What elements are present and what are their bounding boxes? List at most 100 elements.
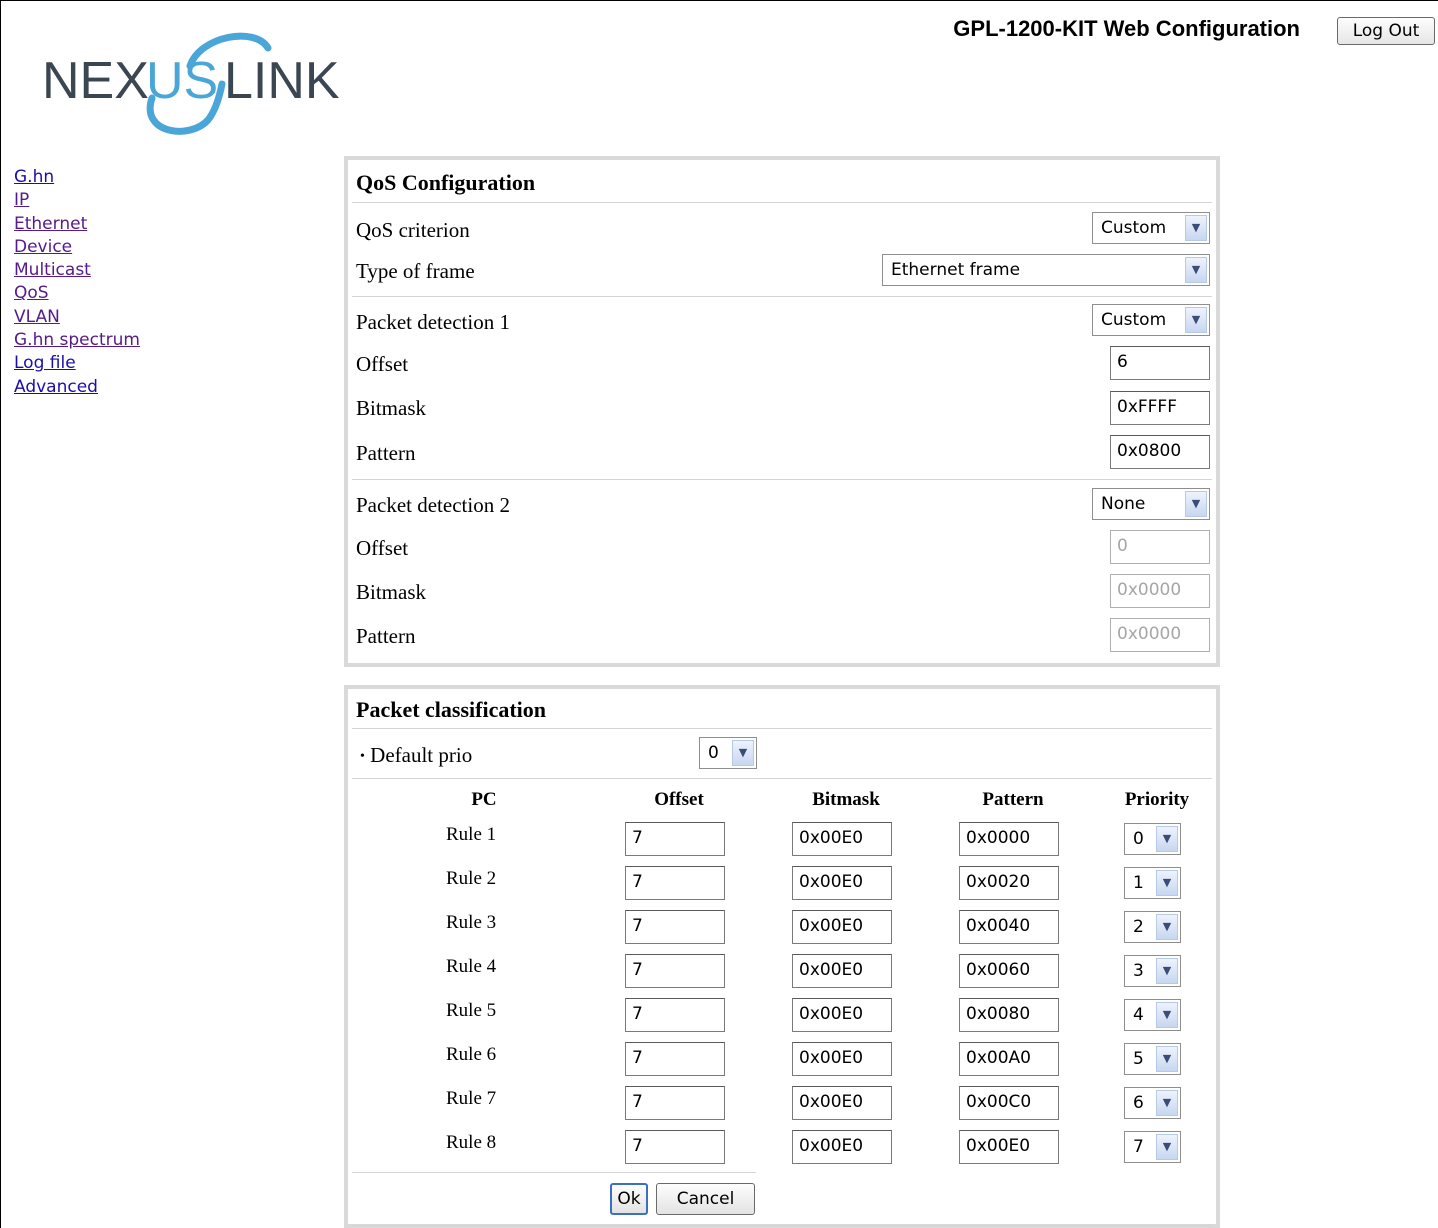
rule-pattern-input[interactable]: 0x0020 [959, 866, 1059, 900]
rule-offset-input[interactable]: 7 [625, 1086, 725, 1120]
packet-detection-1-select[interactable]: Custom ▼ [1092, 304, 1210, 336]
rule-pattern-input[interactable]: 0x0080 [959, 998, 1059, 1032]
rule-offset-input[interactable]: 7 [625, 1130, 725, 1164]
sidebar-item-ghn[interactable]: G.hn [14, 166, 140, 189]
pd1-offset-input[interactable]: 6 [1110, 346, 1210, 380]
rule-priority-select[interactable]: 2 ▼ [1124, 911, 1181, 943]
chevron-down-icon: ▼ [1185, 215, 1207, 241]
nexuslink-logo: NEX US LINK [42, 32, 340, 135]
rule-label: Rule 3 [446, 912, 497, 933]
packet-classification-panel: Packet classification • Default prio 0 ▼… [344, 685, 1220, 1228]
frame-border-top [0, 0, 1438, 1]
chevron-down-icon: ▼ [1185, 307, 1207, 333]
sidebar-item-ip[interactable]: IP [14, 189, 140, 212]
logo-text-nex: NEX [42, 52, 149, 110]
default-prio-label: • Default prio [360, 743, 473, 767]
rule-offset-input[interactable]: 7 [625, 866, 725, 900]
rule-priority-value: 4 [1133, 1005, 1144, 1025]
rule-bitmask-input[interactable]: 0x00E0 [792, 866, 892, 900]
sidebar-item-multicast[interactable]: Multicast [14, 259, 140, 282]
rule-priority-select[interactable]: 3 ▼ [1124, 955, 1181, 987]
sidebar-item-vlan[interactable]: VLAN [14, 306, 140, 329]
chevron-down-icon: ▼ [732, 740, 754, 766]
pd1-offset-label: Offset [356, 352, 409, 376]
packet-detection-2-label: Packet detection 2 [356, 493, 510, 517]
rule-pattern-input[interactable]: 0x00E0 [959, 1130, 1059, 1164]
chevron-down-icon: ▼ [1156, 1002, 1178, 1028]
rule-priority-select[interactable]: 0 ▼ [1124, 823, 1181, 855]
logo-text-link: LINK [224, 52, 340, 110]
rule-priority-select[interactable]: 4 ▼ [1124, 999, 1181, 1031]
chevron-down-icon: ▼ [1185, 257, 1207, 283]
cancel-button[interactable]: Cancel [656, 1183, 755, 1215]
rule-priority-value: 2 [1133, 917, 1144, 937]
rule-offset-input[interactable]: 7 [625, 954, 725, 988]
rule-priority-select[interactable]: 7 ▼ [1124, 1131, 1181, 1163]
rule-pattern-input[interactable]: 0x00C0 [959, 1086, 1059, 1120]
pd2-offset-label: Offset [356, 536, 409, 560]
chevron-down-icon: ▼ [1156, 958, 1178, 984]
rule-priority-value: 6 [1133, 1093, 1144, 1113]
divider [352, 202, 1212, 203]
chevron-down-icon: ▼ [1156, 914, 1178, 940]
qos-configuration-title: QoS Configuration [356, 170, 536, 195]
qos-criterion-select[interactable]: Custom ▼ [1092, 212, 1210, 244]
sidebar-item-advanced[interactable]: Advanced [14, 376, 140, 399]
ok-button[interactable]: Ok [610, 1183, 648, 1215]
rule-priority-value: 0 [1133, 829, 1144, 849]
rule-label: Rule 6 [446, 1044, 497, 1065]
column-header-pc: PC [471, 789, 497, 810]
column-header-pattern: Pattern [982, 789, 1044, 810]
logout-button[interactable]: Log Out [1337, 17, 1435, 45]
chevron-down-icon: ▼ [1156, 826, 1178, 852]
rule-priority-select[interactable]: 5 ▼ [1124, 1043, 1181, 1075]
rule-bitmask-input[interactable]: 0x00E0 [792, 1086, 892, 1120]
divider [352, 1172, 756, 1173]
rule-pattern-input[interactable]: 0x00A0 [959, 1042, 1059, 1076]
rule-label: Rule 2 [446, 868, 497, 889]
pd1-bitmask-input[interactable]: 0xFFFF [1110, 391, 1210, 425]
rule-priority-value: 7 [1133, 1137, 1144, 1157]
rule-pattern-input[interactable]: 0x0060 [959, 954, 1059, 988]
default-prio-select[interactable]: 0 ▼ [699, 737, 757, 769]
rule-offset-input[interactable]: 7 [625, 1042, 725, 1076]
rule-pattern-input[interactable]: 0x0040 [959, 910, 1059, 944]
sidebar-item-device[interactable]: Device [14, 236, 140, 259]
divider [352, 1225, 1212, 1226]
chevron-down-icon: ▼ [1156, 1046, 1178, 1072]
sidebar-nav: G.hn IP Ethernet Device Multicast QoS VL… [14, 166, 140, 399]
pd2-bitmask-label: Bitmask [356, 580, 427, 604]
rule-bitmask-input[interactable]: 0x00E0 [792, 1130, 892, 1164]
page-title: GPL-1200-KIT Web Configuration [953, 16, 1300, 41]
sidebar-item-ghn-spectrum[interactable]: G.hn spectrum [14, 329, 140, 352]
rule-priority-value: 3 [1133, 961, 1144, 981]
rule-bitmask-input[interactable]: 0x00E0 [792, 954, 892, 988]
divider [352, 728, 1212, 729]
sidebar-item-log-file[interactable]: Log file [14, 352, 140, 375]
pd2-pattern-input: 0x0000 [1110, 618, 1210, 652]
rule-offset-input[interactable]: 7 [625, 910, 725, 944]
qos-criterion-value: Custom [1101, 218, 1167, 238]
rule-bitmask-input[interactable]: 0x00E0 [792, 822, 892, 856]
pd1-pattern-input[interactable]: 0x0800 [1110, 435, 1210, 469]
type-of-frame-select[interactable]: Ethernet frame ▼ [882, 254, 1210, 286]
rule-priority-select[interactable]: 1 ▼ [1124, 867, 1181, 899]
rule-label: Rule 1 [446, 824, 497, 845]
pd1-bitmask-label: Bitmask [356, 396, 427, 420]
rule-offset-input[interactable]: 7 [625, 822, 725, 856]
pd2-pattern-label: Pattern [356, 624, 416, 648]
type-of-frame-value: Ethernet frame [891, 260, 1021, 280]
rule-priority-select[interactable]: 6 ▼ [1124, 1087, 1181, 1119]
packet-detection-2-select[interactable]: None ▼ [1092, 488, 1210, 520]
sidebar-item-qos[interactable]: QoS [14, 282, 140, 305]
rule-label: Rule 4 [446, 956, 497, 977]
sidebar-item-ethernet[interactable]: Ethernet [14, 213, 140, 236]
qos-criterion-label: QoS criterion [356, 218, 470, 242]
rule-bitmask-input[interactable]: 0x00E0 [792, 1042, 892, 1076]
rule-pattern-input[interactable]: 0x0000 [959, 822, 1059, 856]
rule-bitmask-input[interactable]: 0x00E0 [792, 910, 892, 944]
rule-priority-value: 1 [1133, 873, 1144, 893]
pd1-pattern-label: Pattern [356, 441, 416, 465]
rule-bitmask-input[interactable]: 0x00E0 [792, 998, 892, 1032]
rule-offset-input[interactable]: 7 [625, 998, 725, 1032]
